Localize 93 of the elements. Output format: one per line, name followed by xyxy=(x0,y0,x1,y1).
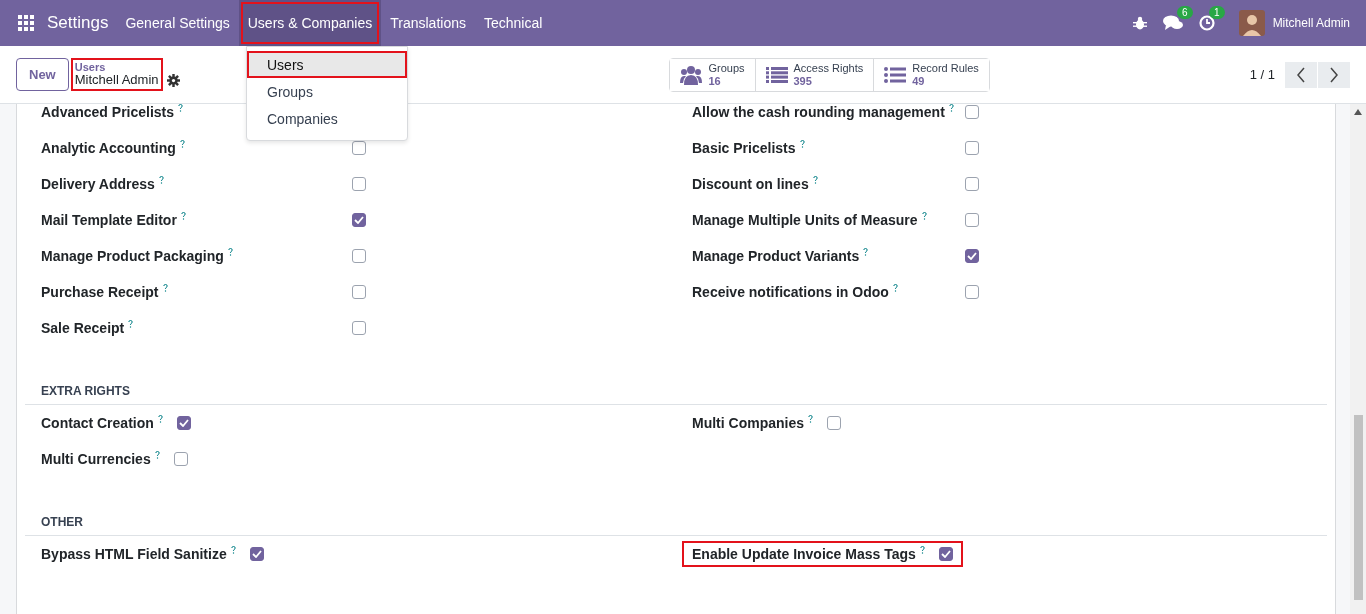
message-count-badge: 6 xyxy=(1177,6,1193,19)
help-icon[interactable] xyxy=(178,104,184,112)
chat-icon[interactable] xyxy=(1162,15,1183,31)
checkbox[interactable] xyxy=(352,177,366,191)
setting-label: Mail Template Editor xyxy=(41,212,177,228)
pager-value: 1 / 1 xyxy=(1249,67,1275,82)
stat-value: 49 xyxy=(912,74,926,87)
help-icon[interactable] xyxy=(128,320,134,328)
checkbox[interactable] xyxy=(173,452,188,466)
next-button[interactable] xyxy=(1318,61,1350,88)
help-icon[interactable] xyxy=(230,546,236,554)
dropdown-item[interactable]: Companies xyxy=(247,105,407,132)
help-icon[interactable] xyxy=(227,248,233,256)
previous-button[interactable] xyxy=(1285,61,1317,88)
clock-icon[interactable] xyxy=(1198,15,1215,31)
setting-label: Purchase Receipt xyxy=(41,284,159,300)
help-icon[interactable] xyxy=(948,104,954,112)
chevron-right-icon xyxy=(1329,66,1339,83)
scrollbar-thumb[interactable] xyxy=(1353,415,1363,600)
checkbox[interactable] xyxy=(965,285,979,299)
apps-grid-icon[interactable] xyxy=(18,15,34,31)
checkbox[interactable] xyxy=(965,141,979,155)
checkbox[interactable] xyxy=(965,177,979,191)
help-icon[interactable] xyxy=(921,212,927,220)
help-icon[interactable] xyxy=(799,140,805,148)
setting-label: Allow the cash rounding management xyxy=(692,104,945,120)
avatar-silhouette[interactable] xyxy=(1238,10,1265,36)
smart-button[interactable]: Record Rules 49 xyxy=(873,58,989,91)
setting-label: Manage Product Packaging xyxy=(41,248,224,264)
help-icon[interactable] xyxy=(919,546,925,554)
help-icon[interactable] xyxy=(892,284,898,292)
stat-value: 395 xyxy=(793,74,813,87)
setting-label: Discount on lines xyxy=(692,176,809,192)
setting-label: Advanced Pricelists xyxy=(41,104,175,120)
help-icon[interactable] xyxy=(179,140,185,148)
record-title: Mitchell Admin xyxy=(74,73,159,89)
stat-label: Access Rights xyxy=(793,62,864,75)
checkbox[interactable] xyxy=(352,249,366,263)
menu-item[interactable]: General Settings xyxy=(116,0,239,46)
bullet-list-icon xyxy=(884,66,907,83)
activity-count-badge: 1 xyxy=(1209,6,1225,19)
setting-label: Delivery Address xyxy=(41,176,155,192)
setting-label: Enable Update Invoice Mass Tags xyxy=(692,546,916,562)
bug-icon[interactable] xyxy=(1132,16,1147,30)
stat-value: 16 xyxy=(708,74,722,87)
setting-label: Multi Currencies xyxy=(41,451,151,467)
help-icon[interactable] xyxy=(180,212,186,220)
setting-label: Contact Creation xyxy=(41,415,154,431)
menu-item[interactable]: Translations xyxy=(381,0,475,46)
help-icon[interactable] xyxy=(812,176,818,184)
stat-label: Groups xyxy=(708,62,745,75)
scrollbar[interactable] xyxy=(1350,104,1366,614)
scroll-up-icon[interactable] xyxy=(1354,109,1362,115)
checkbox[interactable] xyxy=(352,213,366,227)
help-icon[interactable] xyxy=(158,176,164,184)
section-heading: OTHER xyxy=(40,514,84,531)
help-icon[interactable] xyxy=(808,415,813,423)
new-button[interactable]: New xyxy=(16,58,69,91)
setting-label: Manage Multiple Units of Measure xyxy=(692,212,918,228)
checkbox[interactable] xyxy=(352,285,366,299)
setting-label: Analytic Accounting xyxy=(41,140,176,156)
help-icon[interactable] xyxy=(863,248,869,256)
setting-label: Multi Companies xyxy=(692,415,804,431)
checkbox[interactable] xyxy=(938,547,953,561)
menu-item[interactable]: Technical xyxy=(475,0,552,46)
menu-item[interactable]: Users & Companies xyxy=(238,0,382,46)
setting-label: Bypass HTML Field Sanitize xyxy=(41,546,227,562)
checkbox[interactable] xyxy=(352,321,366,335)
checkbox[interactable] xyxy=(249,547,264,561)
checkbox[interactable] xyxy=(965,249,979,263)
dropdown-item[interactable]: Groups xyxy=(247,78,407,105)
users-icon xyxy=(680,64,703,85)
checkbox[interactable] xyxy=(352,141,366,155)
checkbox[interactable] xyxy=(965,105,979,119)
setting-label: Receive notifications in Odoo xyxy=(692,284,889,300)
breadcrumb-link[interactable]: Users xyxy=(74,60,159,74)
setting-label: Manage Product Variants xyxy=(692,248,860,264)
list-icon xyxy=(765,66,788,83)
user-name[interactable]: Mitchell Admin xyxy=(1272,16,1350,30)
checkbox[interactable] xyxy=(965,213,979,227)
help-icon[interactable] xyxy=(154,451,160,459)
dropdown-item[interactable]: Users xyxy=(247,51,407,78)
checkbox[interactable] xyxy=(827,416,841,430)
app-title[interactable]: Settings xyxy=(47,13,109,33)
setting-label: Basic Pricelists xyxy=(692,140,796,156)
help-icon[interactable] xyxy=(157,415,163,423)
settings-icon[interactable] xyxy=(166,74,180,87)
checkbox[interactable] xyxy=(176,416,191,430)
chevron-left-icon xyxy=(1296,66,1306,83)
help-icon[interactable] xyxy=(162,284,168,292)
stat-label: Record Rules xyxy=(912,62,979,75)
setting-label: Sale Receipt xyxy=(41,320,125,336)
section-heading: EXTRA RIGHTS xyxy=(40,383,131,400)
